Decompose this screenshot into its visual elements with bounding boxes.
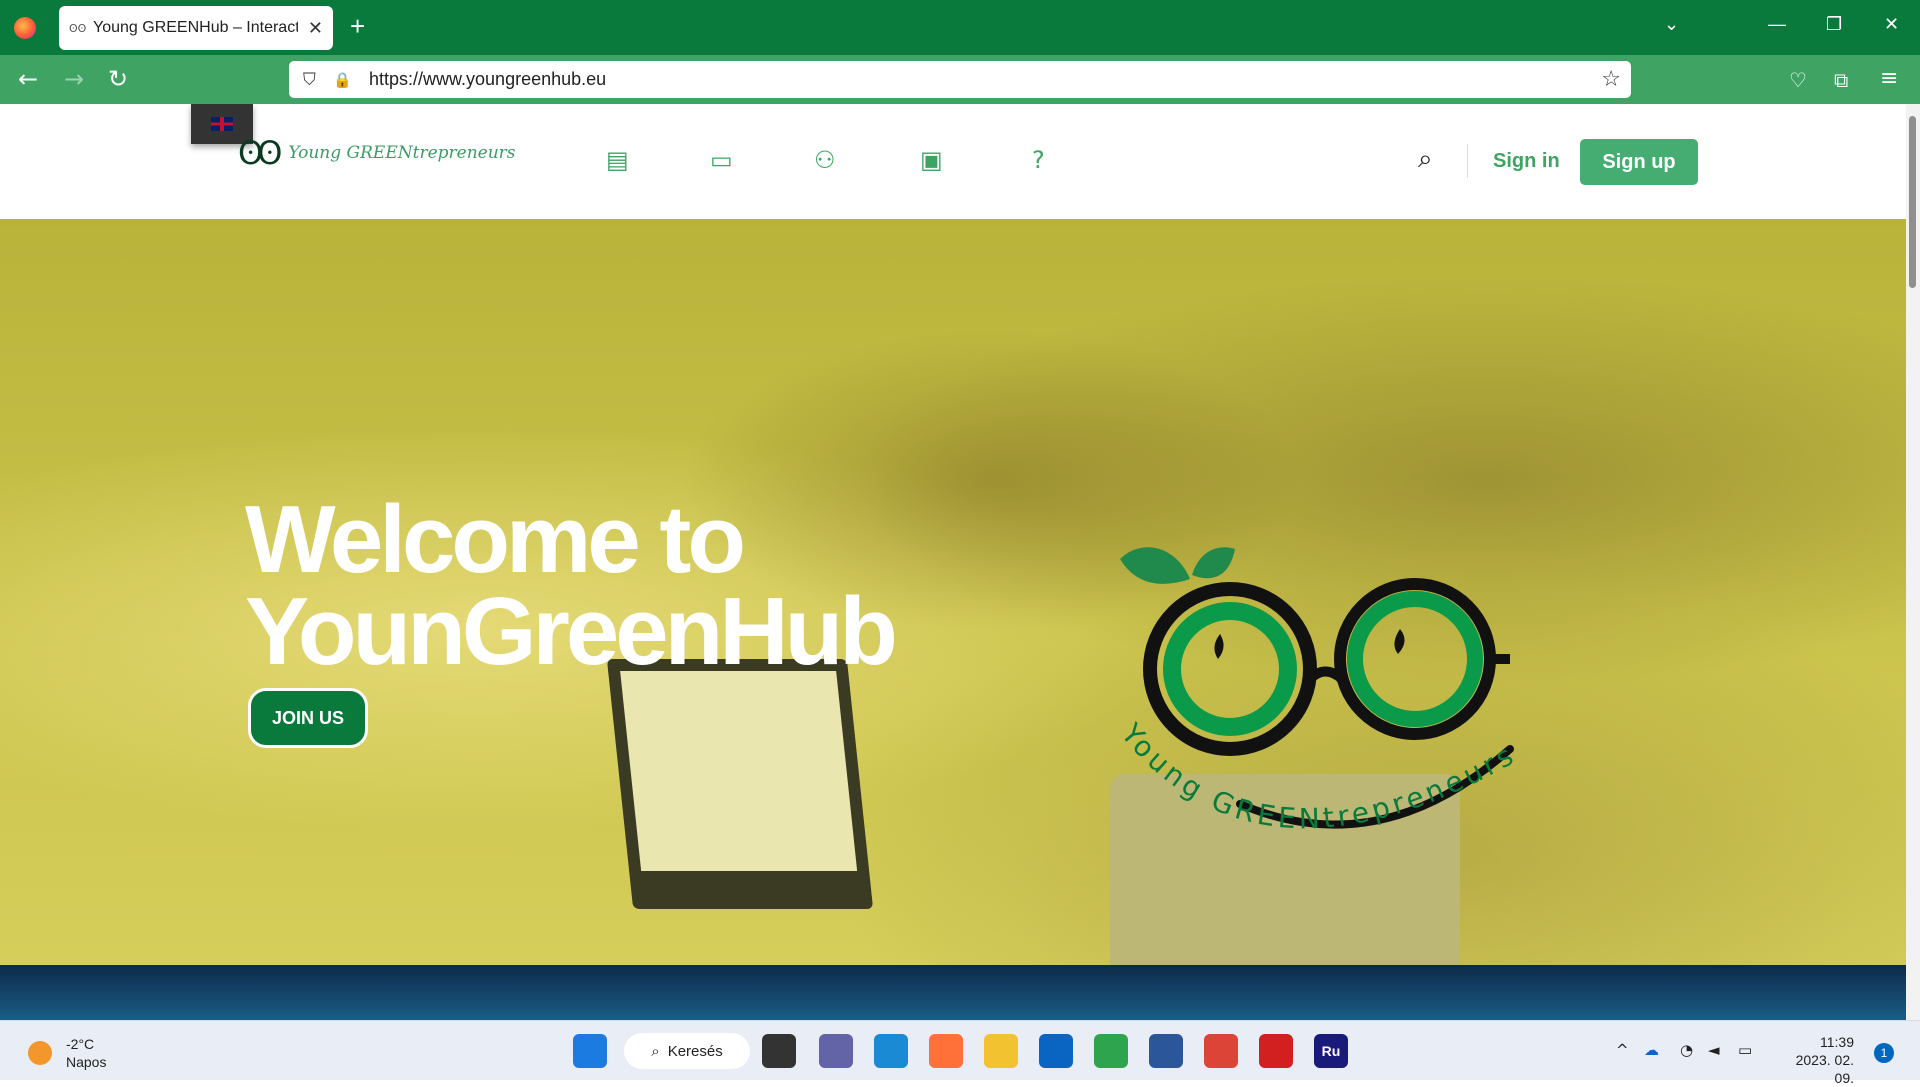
hero-section: Welcome to YounGreenHub JOIN US Young GR… [0,219,1906,965]
url-bar[interactable]: ⛉ 🔒 https://www.youngreenhub.eu ☆ [289,61,1631,98]
nav-id-card-icon[interactable]: ▣ [920,146,943,174]
bookmark-star-icon[interactable]: ☆ [1601,67,1621,92]
taskbar-search[interactable]: ⌕ Keresés [624,1033,750,1069]
tab-title: Young GREENHub – Interactive [93,19,298,36]
restore-button[interactable]: ❐ [1826,14,1842,35]
extensions-icon[interactable]: ⧉ [1834,68,1848,92]
windows-taskbar: -2°C Napos ⌕ Keresés Ru ^ ☁ ◔ ◄ ▭ 11:39 … [0,1020,1920,1086]
nav-help-icon[interactable]: ? [1032,146,1045,174]
tray-chevron-icon[interactable]: ^ [1616,1041,1629,1059]
weather-temp: -2°C [66,1036,95,1052]
logo-text: Young GREENtrepreneurs [288,143,516,163]
taskbar-search-label: Keresés [667,1042,723,1060]
clock-date: 2023. 02. 09. [1795,1052,1854,1086]
tab-close-icon[interactable]: ✕ [308,18,323,39]
page-scrollbar[interactable] [1906,104,1920,1020]
search-icon[interactable]: ⌕ [1418,144,1433,175]
firefox-logo-icon[interactable] [14,17,36,39]
browser-tab-bar: ʘʘ Young GREENHub – Interactive ✕ + ⌄ — … [0,0,1920,55]
sign-in-link[interactable]: Sign in [1493,150,1560,173]
hero-title: Welcome to YounGreenHub [245,492,898,680]
clock-time: 11:39 [1820,1034,1854,1050]
url-text[interactable]: https://www.youngreenhub.eu [369,69,606,90]
word-icon[interactable] [1149,1034,1183,1068]
teams-icon[interactable] [819,1034,853,1068]
close-window-button[interactable]: ✕ [1884,14,1899,35]
hero-title-line2: YounGreenHub [245,578,898,685]
hero-title-line1: Welcome to [245,486,746,593]
search-icon: ⌕ [651,1042,660,1060]
edge-icon[interactable] [874,1034,908,1068]
outlook-icon[interactable] [1039,1034,1073,1068]
site-logo[interactable]: ʘʘ Young GREENtrepreneurs [238,134,516,172]
list-all-tabs-icon[interactable]: ⌄ [1664,14,1679,35]
young-greentrepreneurs-logo-icon: Young GREENtrepreneurs [1114,547,1518,835]
tab-favicon-icon: ʘʘ [69,21,87,35]
volume-icon[interactable]: ◄ [1708,1041,1720,1059]
file-explorer-icon[interactable] [984,1034,1018,1068]
site-header: ʘʘ Young GREENtrepreneurs ▤ ▭ ⚇ ▣ ? ⌕ Si… [0,104,1906,219]
battery-icon[interactable]: ▭ [1738,1041,1752,1059]
wifi-icon[interactable]: ◔ [1680,1041,1693,1059]
sign-up-button[interactable]: Sign up [1580,139,1698,185]
onedrive-icon[interactable]: ☁ [1644,1041,1659,1059]
system-clock[interactable]: 11:39 2023. 02. 09. [1778,1033,1854,1087]
hero-laptop-image [606,659,874,909]
browser-tab[interactable]: ʘʘ Young GREENHub – Interactive ✕ [59,6,333,50]
lock-icon[interactable]: 🔒 [333,71,359,89]
join-us-button[interactable]: JOIN US [248,688,368,748]
sun-icon [28,1041,52,1065]
forward-button[interactable]: → [64,65,84,93]
robohelp-icon[interactable]: Ru [1314,1034,1348,1068]
weather-desc: Napos [66,1054,107,1070]
acrobat-icon[interactable] [1259,1034,1293,1068]
header-divider [1467,144,1468,178]
new-tab-button[interactable]: + [350,11,365,42]
back-button[interactable]: ← [18,65,38,93]
firefox-icon[interactable] [929,1034,963,1068]
task-view-icon[interactable] [762,1034,796,1068]
weather-widget[interactable]: -2°C Napos [28,1035,106,1071]
shield-icon[interactable]: ⛉ [303,70,329,90]
nav-monitor-icon[interactable]: ▭ [710,146,733,174]
chrome-profile-icon[interactable] [1204,1034,1238,1068]
reload-button[interactable]: ↻ [108,65,128,93]
minimize-button[interactable]: — [1768,14,1786,35]
next-section-band [0,965,1906,1020]
notification-badge[interactable]: 1 [1874,1043,1894,1063]
chrome-icon[interactable] [1094,1034,1128,1068]
menu-icon[interactable]: ≡ [1880,66,1898,91]
web-page: ʘʘ Young GREENtrepreneurs ▤ ▭ ⚇ ▣ ? ⌕ Si… [0,104,1906,1020]
windows-start-icon[interactable] [573,1034,607,1068]
pocket-icon[interactable]: ♡ [1789,68,1807,92]
uk-flag-icon [211,117,233,131]
nav-community-icon[interactable]: ⚇ [814,146,836,174]
glasses-logo-icon: ʘʘ [238,134,282,172]
scrollbar-thumb[interactable] [1909,116,1916,288]
nav-courses-icon[interactable]: ▤ [606,146,629,174]
